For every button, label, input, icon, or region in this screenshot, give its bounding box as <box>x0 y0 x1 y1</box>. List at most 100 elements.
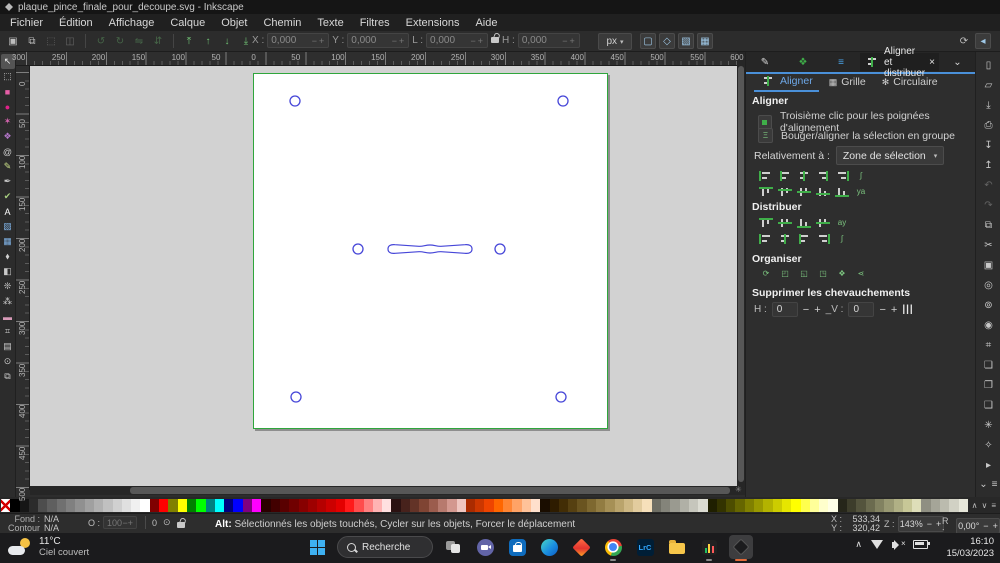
distribute-gaps-v-button[interactable] <box>815 233 831 245</box>
y-field-input[interactable]: 0,000−+ <box>347 33 409 48</box>
color-swatch[interactable] <box>252 499 261 512</box>
color-swatch[interactable] <box>140 499 149 512</box>
unit-dropdown[interactable]: px ▾ <box>598 33 632 50</box>
color-swatch[interactable] <box>661 499 670 512</box>
color-swatch[interactable] <box>605 499 614 512</box>
color-swatch[interactable] <box>949 499 958 512</box>
color-swatch[interactable] <box>642 499 651 512</box>
color-swatch[interactable] <box>457 499 466 512</box>
color-swatch[interactable] <box>401 499 410 512</box>
zoom-plus-button[interactable]: + <box>936 519 941 529</box>
color-swatch[interactable] <box>85 499 94 512</box>
color-swatch[interactable] <box>931 499 940 512</box>
color-swatch[interactable] <box>29 499 38 512</box>
menu-fichier[interactable]: Fichier <box>2 16 51 30</box>
color-swatch[interactable] <box>652 499 661 512</box>
color-swatch[interactable] <box>66 499 75 512</box>
color-swatch[interactable] <box>261 499 270 512</box>
exchange-stacking-order-button[interactable]: ◱ <box>796 268 812 280</box>
chrome-button[interactable] <box>601 535 625 559</box>
color-swatch[interactable] <box>336 499 345 512</box>
start-button[interactable] <box>305 535 329 559</box>
cut-icon[interactable]: ✂ <box>981 238 996 253</box>
group-move-toggle-icon[interactable]: Ξ <box>758 128 773 143</box>
rotation-plus-button[interactable]: + <box>993 521 998 531</box>
spiral-tool[interactable]: @ <box>1 144 15 159</box>
align-center-vertical-button[interactable] <box>796 186 812 198</box>
menu-texte[interactable]: Texte <box>309 16 351 30</box>
w-field-plus-button[interactable]: + <box>477 36 484 46</box>
zoom-selection-icon[interactable]: ◎ <box>981 278 996 293</box>
color-swatch[interactable] <box>531 499 540 512</box>
color-swatch[interactable] <box>326 499 335 512</box>
horizontal-scrollbar[interactable] <box>30 486 737 495</box>
y-field-plus-button[interactable]: + <box>398 36 405 46</box>
color-swatch[interactable] <box>364 499 373 512</box>
dialog-tab-align-distribute[interactable]: Aligner et distribuer × <box>860 53 939 71</box>
color-swatch[interactable] <box>828 499 837 512</box>
color-swatch[interactable] <box>243 499 252 512</box>
color-swatch[interactable] <box>391 499 400 512</box>
color-swatch[interactable] <box>633 499 642 512</box>
selector-tool[interactable]: ↖ <box>1 54 15 69</box>
weather-widget[interactable]: 11°C Ciel couvert <box>8 536 89 558</box>
drawing-circle[interactable] <box>353 244 363 254</box>
color-swatch[interactable] <box>875 499 884 512</box>
w-field-input[interactable]: 0,000−+ <box>426 33 488 48</box>
color-swatch[interactable] <box>940 499 949 512</box>
color-swatch[interactable] <box>447 499 456 512</box>
align-top-button[interactable] <box>777 186 793 198</box>
color-swatch[interactable] <box>410 499 419 512</box>
color-swatch[interactable] <box>94 499 103 512</box>
color-swatch[interactable] <box>708 499 717 512</box>
color-swatch[interactable] <box>271 499 280 512</box>
color-swatch[interactable] <box>522 499 531 512</box>
taskbar-clock[interactable]: 16:10 15/03/2023 <box>946 536 994 560</box>
color-swatch[interactable] <box>206 499 215 512</box>
color-swatch[interactable] <box>429 499 438 512</box>
color-swatch[interactable] <box>921 499 930 512</box>
raise-to-top-button[interactable]: ⤒ <box>181 33 197 49</box>
canvas[interactable] <box>30 66 737 486</box>
color-swatch[interactable] <box>791 499 800 512</box>
align-right-button[interactable] <box>815 170 831 182</box>
h-field-input[interactable]: 0,000−+ <box>518 33 580 48</box>
microsoft-store-button[interactable] <box>505 535 529 559</box>
drawing-circle[interactable] <box>290 96 300 106</box>
zoom-minus-button[interactable]: − <box>927 519 932 529</box>
node-tool[interactable]: ⬚ <box>1 69 15 84</box>
color-swatch[interactable] <box>894 499 903 512</box>
x-field-plus-button[interactable]: + <box>318 36 325 46</box>
export-icon[interactable]: ↥ <box>981 158 996 173</box>
color-swatch[interactable] <box>103 499 112 512</box>
opacity-plus-button[interactable]: + <box>128 518 133 528</box>
color-swatch[interactable] <box>196 499 205 512</box>
rotate-ccw-button[interactable]: ↺ <box>93 33 109 49</box>
page-tool[interactable]: ▤ <box>1 339 15 354</box>
pencil-tool[interactable]: ✎ <box>1 159 15 174</box>
distribute-text-baselines-button[interactable]: ∫ <box>834 233 850 245</box>
tab-grille[interactable]: ▦Grille <box>823 75 872 91</box>
flip-vertical-button[interactable]: ⇵ <box>150 33 166 49</box>
unlink-clone-icon[interactable]: ❑ <box>981 398 996 413</box>
menu-edition[interactable]: Édition <box>51 16 101 30</box>
align-bottom-edge-button[interactable] <box>834 186 850 198</box>
teams-chat-button[interactable] <box>473 535 497 559</box>
pen-tool[interactable]: ✒ <box>1 174 15 189</box>
color-swatch[interactable] <box>819 499 828 512</box>
color-swatch[interactable] <box>847 499 856 512</box>
x-field-minus-button[interactable]: − <box>311 36 318 46</box>
color-swatch[interactable] <box>57 499 66 512</box>
exchange-selection-order-button[interactable]: ◰ <box>777 268 793 280</box>
hidden-icons-chevron-icon[interactable]: ∧ <box>855 539 862 550</box>
h-gap-minus-button[interactable]: − <box>803 304 809 316</box>
option-move-as-group[interactable]: Ξ Bouger/aligner la sélection en groupe <box>758 128 955 143</box>
color-swatch[interactable] <box>698 499 707 512</box>
align-right-edge-button[interactable] <box>834 170 850 182</box>
redo-icon[interactable]: ↷ <box>981 198 996 213</box>
color-swatch[interactable] <box>494 499 503 512</box>
w-field-minus-button[interactable]: − <box>470 36 477 46</box>
drawing-circle[interactable] <box>556 392 566 402</box>
color-swatch[interactable] <box>810 499 819 512</box>
vertical-scrollbar[interactable] <box>737 52 745 495</box>
